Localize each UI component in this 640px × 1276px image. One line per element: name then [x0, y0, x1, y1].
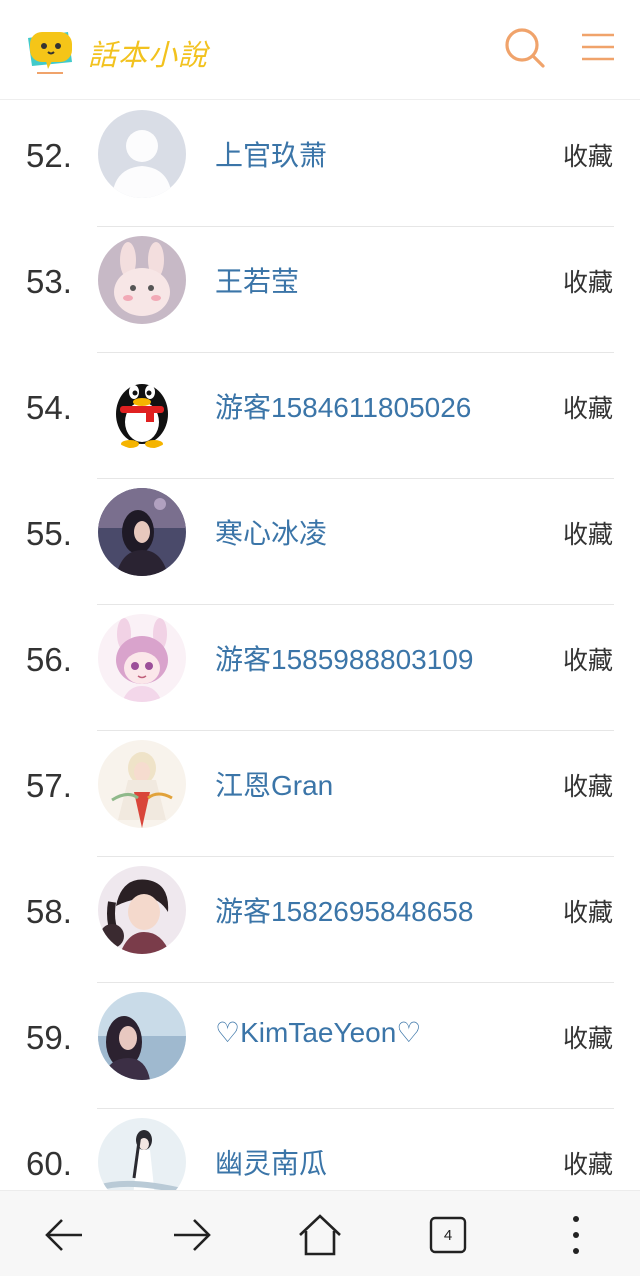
rank-number: 52.: [26, 137, 72, 174]
home-icon: [299, 1214, 341, 1256]
bunny-avatar[interactable]: [98, 236, 186, 324]
favorite-button[interactable]: 收藏: [563, 515, 613, 551]
anime-figure-icon: [98, 740, 186, 828]
user-name-link[interactable]: ♡KimTaeYeon♡: [215, 1016, 421, 1049]
list-item: 58. 游客1582695848658 收藏: [0, 857, 640, 983]
lake-photo-icon: [98, 992, 186, 1080]
rank-number: 59.: [26, 1019, 72, 1056]
list-item: 52. 上官玖萧 收藏: [0, 101, 640, 227]
site-logo[interactable]: 話本小說: [22, 24, 222, 76]
user-name-link[interactable]: 幽灵南瓜: [215, 1142, 327, 1182]
rank-number: 55.: [26, 515, 72, 552]
favorite-button[interactable]: 收藏: [563, 641, 613, 677]
list-item: 56. 游客1585988803109 收藏: [0, 605, 640, 731]
arrow-right-icon: [174, 1219, 211, 1251]
rank-number: 57.: [26, 767, 72, 804]
favorite-button[interactable]: 收藏: [563, 1145, 613, 1181]
penguin-avatar[interactable]: [98, 362, 186, 450]
search-icon: [505, 28, 545, 68]
anime-boy-avatar[interactable]: [98, 866, 186, 954]
search-button[interactable]: [503, 26, 547, 70]
tabs-count: 4: [443, 1226, 453, 1244]
forward-button[interactable]: [168, 1211, 216, 1259]
home-button[interactable]: [296, 1211, 344, 1259]
user-name-link[interactable]: 游客1585988803109: [215, 638, 473, 678]
list-item: 59. ♡KimTaeYeon♡ 收藏: [0, 983, 640, 1109]
tabs-button[interactable]: 4: [424, 1211, 472, 1259]
girl-photo-avatar[interactable]: [98, 488, 186, 576]
user-name-link[interactable]: 游客1584611805026: [215, 386, 471, 426]
user-name-link[interactable]: 游客1582695848658: [215, 890, 473, 930]
speech-bubble-logo-icon: [28, 32, 72, 74]
anime-boy-icon: [98, 866, 186, 954]
rank-number: 54.: [26, 389, 72, 426]
penguin-icon: [98, 362, 186, 450]
anime-girl-icon: [98, 614, 186, 702]
menu-button[interactable]: [578, 26, 622, 70]
list-item: 57. 江恩Gran 收藏: [0, 731, 640, 857]
default-person-icon: [98, 110, 186, 198]
user-list: 52. 上官玖萧 收藏 53. 王若莹 收藏 54. 游客15846118050…: [0, 101, 640, 1235]
lake-photo-avatar[interactable]: [98, 992, 186, 1080]
favorite-button[interactable]: 收藏: [563, 767, 613, 803]
default-person-avatar[interactable]: [98, 110, 186, 198]
list-item: 54. 游客1584611805026 收藏: [0, 353, 640, 479]
rank-number: 53.: [26, 263, 72, 300]
favorite-button[interactable]: 收藏: [563, 137, 613, 173]
favorite-button[interactable]: 收藏: [563, 1019, 613, 1055]
user-name-link[interactable]: 江恩Gran: [215, 764, 333, 804]
more-vertical-icon: [573, 1216, 579, 1254]
bunny-icon: [98, 236, 186, 324]
rank-number: 58.: [26, 893, 72, 930]
favorite-button[interactable]: 收藏: [563, 893, 613, 929]
user-name-link[interactable]: 上官玖萧: [215, 134, 327, 174]
anime-figure-avatar[interactable]: [98, 740, 186, 828]
anime-girl-avatar[interactable]: [98, 614, 186, 702]
more-options-button[interactable]: [552, 1211, 600, 1259]
list-item: 53. 王若莹 收藏: [0, 227, 640, 353]
user-name-link[interactable]: 王若莹: [215, 260, 299, 300]
user-name-link[interactable]: 寒心冰凌: [215, 512, 327, 552]
browser-toolbar: 4: [0, 1190, 640, 1276]
site-header: 話本小說: [0, 0, 640, 100]
logo-wordmark: 話本小說: [88, 38, 209, 72]
favorite-button[interactable]: 收藏: [563, 263, 613, 299]
hamburger-menu-icon: [582, 33, 614, 61]
back-button[interactable]: [40, 1211, 88, 1259]
rank-number: 60.: [26, 1145, 72, 1182]
rank-number: 56.: [26, 641, 72, 678]
arrow-left-icon: [45, 1219, 82, 1251]
favorite-button[interactable]: 收藏: [563, 389, 613, 425]
girl-photo-icon: [98, 488, 186, 576]
list-item: 55. 寒心冰凌 收藏: [0, 479, 640, 605]
